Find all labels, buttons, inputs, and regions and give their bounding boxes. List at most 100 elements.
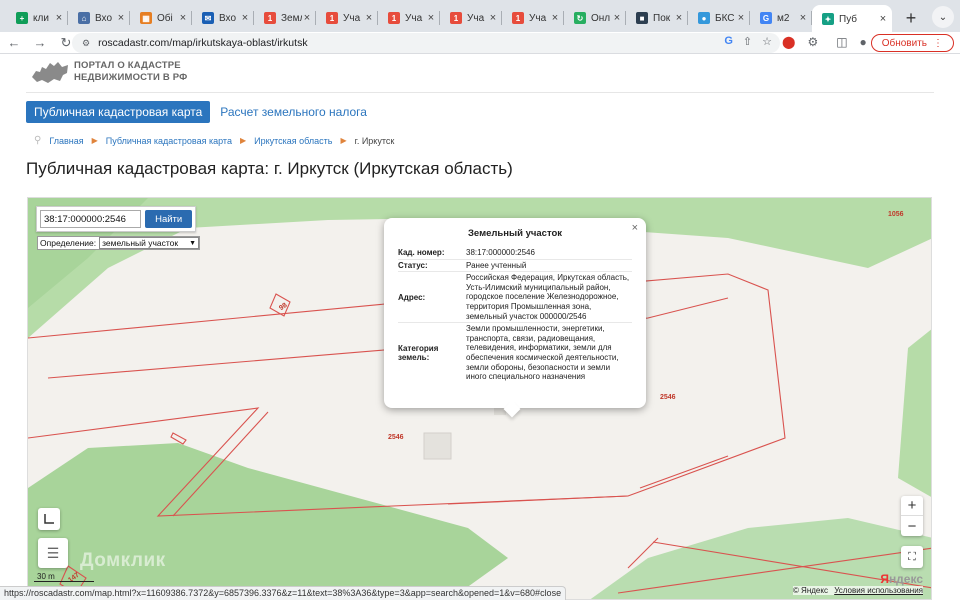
popup-key: Статус: <box>398 260 428 270</box>
browser-tab[interactable]: ■ Пок × <box>626 5 688 31</box>
nav-cadastral-map[interactable]: Публичная кадастровая карта <box>26 101 211 123</box>
close-tab-icon[interactable]: × <box>116 12 126 24</box>
definition-filter: Определение: земельный участок ▼ <box>37 236 200 250</box>
tab-label: Уча <box>529 12 547 24</box>
browser-tab[interactable]: 1 Уча × <box>316 5 378 31</box>
close-tab-icon[interactable]: × <box>488 12 498 24</box>
scale-bar: 30 m <box>34 572 94 582</box>
notification-icon: 1 <box>326 12 338 24</box>
browser-tab-strip: +кли×⌂Вхо×▦Обі×✉Вхо×1Земл×1Уча×1Уча×1Уча… <box>0 0 960 33</box>
update-label: Обновить <box>881 37 927 49</box>
notification-icon: 1 <box>388 12 400 24</box>
tab-label: БКС <box>715 12 735 24</box>
cadastral-map[interactable]: 2546 2546 1056 98 147 38:17:000000:2546 … <box>27 197 932 600</box>
tab-label: Онл <box>591 12 611 24</box>
close-icon[interactable]: × <box>632 222 638 234</box>
sidepanel-icon[interactable]: ◫ <box>836 35 847 49</box>
link-status-bar: https://roscadastr.com/map.html?x=116093… <box>0 586 567 600</box>
popup-row-address: Адрес: Российская Федерация, Иркутская о… <box>398 272 632 324</box>
more-menu-icon[interactable]: ⋮ <box>933 38 943 49</box>
browser-tab[interactable]: ✦ Пуб × <box>812 5 892 33</box>
refresh-icon: ↻ <box>574 12 586 24</box>
profile-avatar[interactable]: ● <box>860 35 867 49</box>
browser-tab[interactable]: ↻ Онл × <box>564 5 626 31</box>
address-bar[interactable]: ⚙ roscadastr.com/map/irkutskaya-oblast/i… <box>72 33 780 53</box>
browser-tab[interactable]: 1 Уча × <box>378 5 440 31</box>
breadcrumb-separator-icon: ▶ <box>91 136 98 145</box>
breadcrumb-home[interactable]: Главная <box>49 136 83 146</box>
close-tab-icon[interactable]: × <box>364 12 374 24</box>
close-tab-icon[interactable]: × <box>302 12 312 24</box>
tab-label: Пок <box>653 12 671 24</box>
breadcrumb-current: г. Иркутск <box>354 135 395 146</box>
share-icon[interactable]: ⇧ <box>743 35 752 48</box>
browser-tab[interactable]: Gм2 × <box>750 5 812 31</box>
terms-link[interactable]: Условия использования <box>834 586 923 595</box>
tab-label: Обі <box>157 12 173 24</box>
cadastral-search: 38:17:000000:2546 Найти <box>36 206 196 232</box>
cadastral-number-input[interactable]: 38:17:000000:2546 <box>40 210 142 228</box>
popup-key: Категория земель: <box>398 343 439 362</box>
popup-title: Земельный участок <box>467 228 563 239</box>
site-info-icon[interactable]: ⚙ <box>82 38 90 49</box>
site-logo[interactable]: ПОРТАЛ О КАДАСТРЕ НЕДВИЖИМОСТИ В РФ <box>30 59 188 85</box>
yandex-logo-rest: ндекс <box>888 572 923 586</box>
close-tab-icon[interactable]: × <box>798 12 808 24</box>
bookmark-star-icon[interactable]: ☆ <box>762 35 772 48</box>
browser-tab[interactable]: 1 Земл× <box>254 5 316 31</box>
map-copyright: © Яндекс Условия использования <box>792 586 923 595</box>
forward-arrow-icon[interactable]: → <box>28 33 52 53</box>
zoom-in-button[interactable]: + <box>901 496 923 516</box>
close-tab-icon[interactable]: × <box>736 12 746 24</box>
definition-label: Определение: <box>40 238 97 248</box>
close-tab-icon[interactable]: × <box>878 13 888 25</box>
yandex-logo[interactable]: Яндекс <box>880 572 923 586</box>
popup-key: Адрес: <box>398 292 426 302</box>
extensions-puzzle-icon[interactable]: ⚙ <box>807 35 818 49</box>
page-content: ПОРТАЛ О КАДАСТРЕ НЕДВИЖИМОСТИ В РФ Публ… <box>0 55 960 600</box>
breadcrumb-cadastral-map[interactable]: Публичная кадастровая карта <box>106 136 232 146</box>
site-nav: Публичная кадастровая карта Расчет земел… <box>26 101 367 123</box>
search-button[interactable]: Найти <box>145 210 192 228</box>
tab-label: м2 <box>777 12 790 24</box>
browser-tab[interactable]: ▦ Обі × <box>130 5 192 31</box>
yandex-logo-y: Я <box>880 572 889 586</box>
close-tab-icon[interactable]: × <box>426 12 436 24</box>
close-tab-icon[interactable]: × <box>54 12 64 24</box>
close-tab-icon[interactable]: × <box>550 12 560 24</box>
popup-row-cadastral-number: Кад. номер: 38:17:000000:2546 <box>398 247 632 260</box>
close-tab-icon[interactable]: × <box>178 12 188 24</box>
close-tab-icon[interactable]: × <box>612 12 622 24</box>
layers-icon[interactable]: ☰ <box>38 538 68 568</box>
back-arrow-icon[interactable]: ← <box>2 33 26 53</box>
tab-label: Уча <box>405 12 423 24</box>
fullscreen-icon[interactable]: ⛶ <box>901 546 923 568</box>
update-button[interactable]: Обновить ⋮ <box>870 34 954 52</box>
browser-tab[interactable]: ✉ Вхо × <box>192 5 254 31</box>
close-tab-icon[interactable]: × <box>674 12 684 24</box>
popup-key: Кад. номер: <box>398 248 445 258</box>
tab-label: Пуб <box>839 13 858 25</box>
browser-tab[interactable]: ● БКС × <box>688 5 750 31</box>
building <box>423 432 452 460</box>
header-divider <box>26 92 934 93</box>
sheets-icon: + <box>16 12 28 24</box>
zoom-out-button[interactable]: − <box>901 516 923 536</box>
nav-land-tax[interactable]: Расчет земельного налога <box>220 105 367 119</box>
ruler-tool-icon[interactable] <box>38 508 60 530</box>
browser-tab[interactable]: 1 Уча × <box>440 5 502 31</box>
tab-search-menu-icon[interactable]: ⌄ <box>932 6 954 28</box>
breadcrumb-region[interactable]: Иркутская область <box>254 136 332 146</box>
new-tab-button[interactable]: + <box>898 5 924 31</box>
browser-tab[interactable]: ⌂ Вхо × <box>68 5 130 31</box>
globe-icon: ● <box>698 12 710 24</box>
browser-tab[interactable]: + кли × <box>6 5 68 31</box>
google-translate-icon[interactable]: G <box>724 35 733 48</box>
logo-line-1: ПОРТАЛ О КАДАСТРЕ <box>74 60 181 71</box>
browser-tab[interactable]: 1 Уча × <box>502 5 564 31</box>
opera-extension-icon[interactable]: ⬤ <box>782 35 795 49</box>
definition-select[interactable]: земельный участок ▼ <box>99 237 199 249</box>
parcel-info-popup: × Земельный участок Кад. номер: 38:17:00… <box>384 218 646 408</box>
close-tab-icon[interactable]: × <box>240 12 250 24</box>
tab-label: Вхо <box>219 12 237 24</box>
